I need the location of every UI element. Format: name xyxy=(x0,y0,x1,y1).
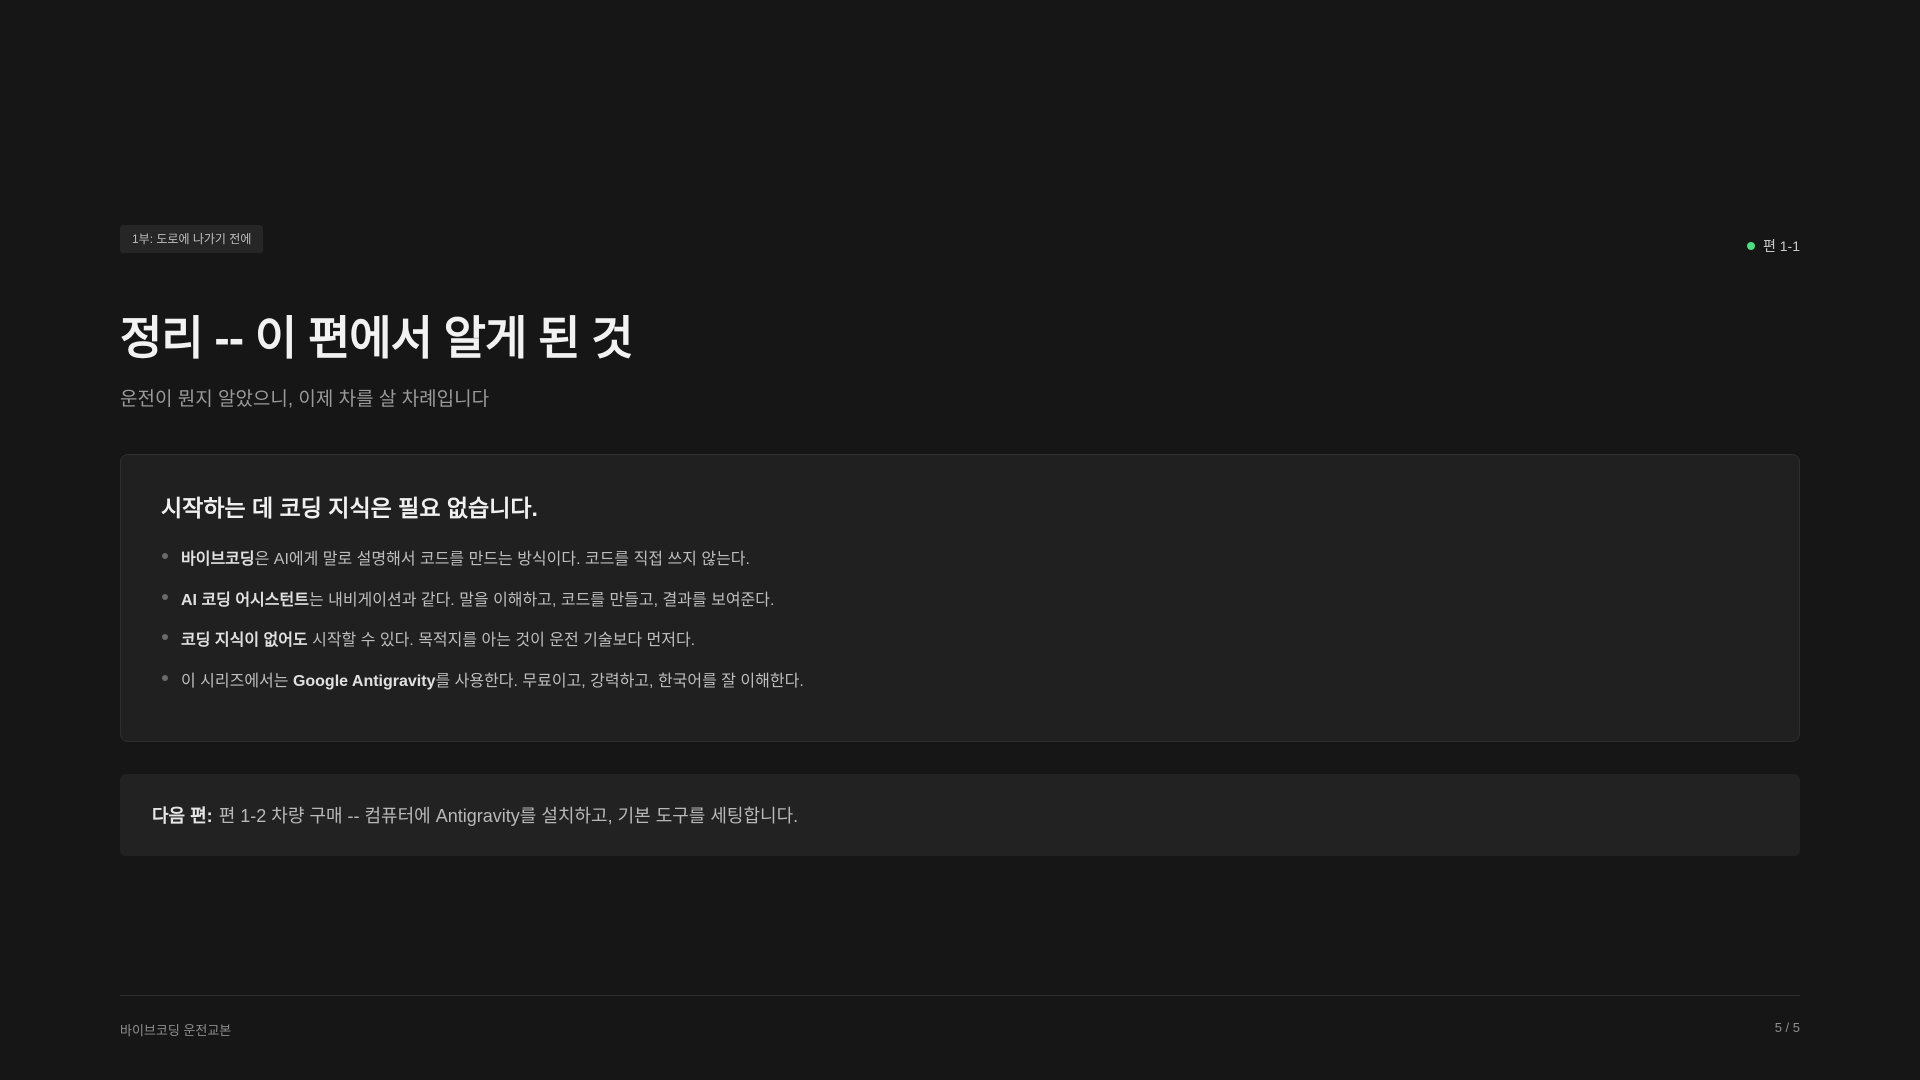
item-post: 를 사용한다. 무료이고, 강력하고, 한국어를 잘 이해한다. xyxy=(435,672,804,690)
footer: 바이브코딩 운전교본 5 / 5 xyxy=(120,1020,1800,1039)
part-tag: 1부: 도로에 나가기 전에 xyxy=(120,225,264,253)
next-label: 다음 편: xyxy=(152,806,213,826)
list-item: 바이브코딩은 AI에게 말로 설명해서 코드를 만드는 방식이다. 코드를 직접… xyxy=(161,549,1759,571)
episode-label: 편 1-1 xyxy=(1762,238,1800,254)
footer-divider xyxy=(120,995,1800,996)
item-post: 시작할 수 있다. 목적지를 아는 것이 운전 기술보다 먼저다. xyxy=(307,632,696,649)
status-dot-icon xyxy=(1746,242,1755,250)
page-subtitle: 운전이 뭔지 알았으니, 이제 차를 살 차례입니다 xyxy=(120,389,490,410)
item-pre: 이 시리즈에서는 xyxy=(181,672,293,690)
bullet-icon xyxy=(162,674,168,681)
top-row: 1부: 도로에 나가기 전에 편 1-1 xyxy=(120,224,1800,254)
summary-heading: 시작하는 데 코딩 지식은 필요 없습니다. xyxy=(161,495,538,521)
item-bold: AI 코딩 어시스턴트 xyxy=(181,591,309,609)
episode-indicator: 편 1-1 xyxy=(1746,236,1800,256)
list-item: 코딩 지식이 없어도 시작할 수 있다. 목적지를 아는 것이 운전 기술보다 … xyxy=(161,630,1759,652)
list-item: 이 시리즈에서는 Google Antigravity를 사용한다. 무료이고,… xyxy=(161,671,1759,693)
list-item: AI 코딩 어시스턴트는 내비게이션과 같다. 말을 이해하고, 코드를 만들고… xyxy=(161,590,1759,612)
bullet-icon xyxy=(162,553,168,559)
summary-list: 바이브코딩은 AI에게 말로 설명해서 코드를 만드는 방식이다. 코드를 직접… xyxy=(161,549,1759,693)
footer-title: 바이브코딩 운전교본 xyxy=(120,1023,232,1038)
bullet-icon xyxy=(162,634,168,640)
item-bold: Google Antigravity xyxy=(292,672,436,690)
page-title: 정리 -- 이 편에서 알게 된 것 xyxy=(120,312,634,364)
summary-card: 시작하는 데 코딩 지식은 필요 없습니다. 바이브코딩은 AI에게 말로 설명… xyxy=(120,454,1800,742)
bullet-icon xyxy=(162,593,168,600)
next-episode-card: 다음 편: 편 1-2 차량 구매 -- 컴퓨터에 Antigravity를 설… xyxy=(120,774,1800,856)
item-bold: 코딩 지식이 없어도 xyxy=(181,632,308,649)
item-post: 은 AI에게 말로 설명해서 코드를 만드는 방식이다. 코드를 직접 쓰지 않… xyxy=(254,551,750,568)
page-number: 5 / 5 xyxy=(1774,1020,1800,1035)
next-text: 편 1-2 차량 구매 -- 컴퓨터에 Antigravity를 설치하고, 기… xyxy=(218,806,799,826)
item-post: 는 내비게이션과 같다. 말을 이해하고, 코드를 만들고, 결과를 보여준다. xyxy=(308,591,775,609)
slide: 1부: 도로에 나가기 전에 편 1-1 정리 -- 이 편에서 알게 된 것 … xyxy=(0,0,1920,1080)
item-bold: 바이브코딩 xyxy=(181,551,255,568)
